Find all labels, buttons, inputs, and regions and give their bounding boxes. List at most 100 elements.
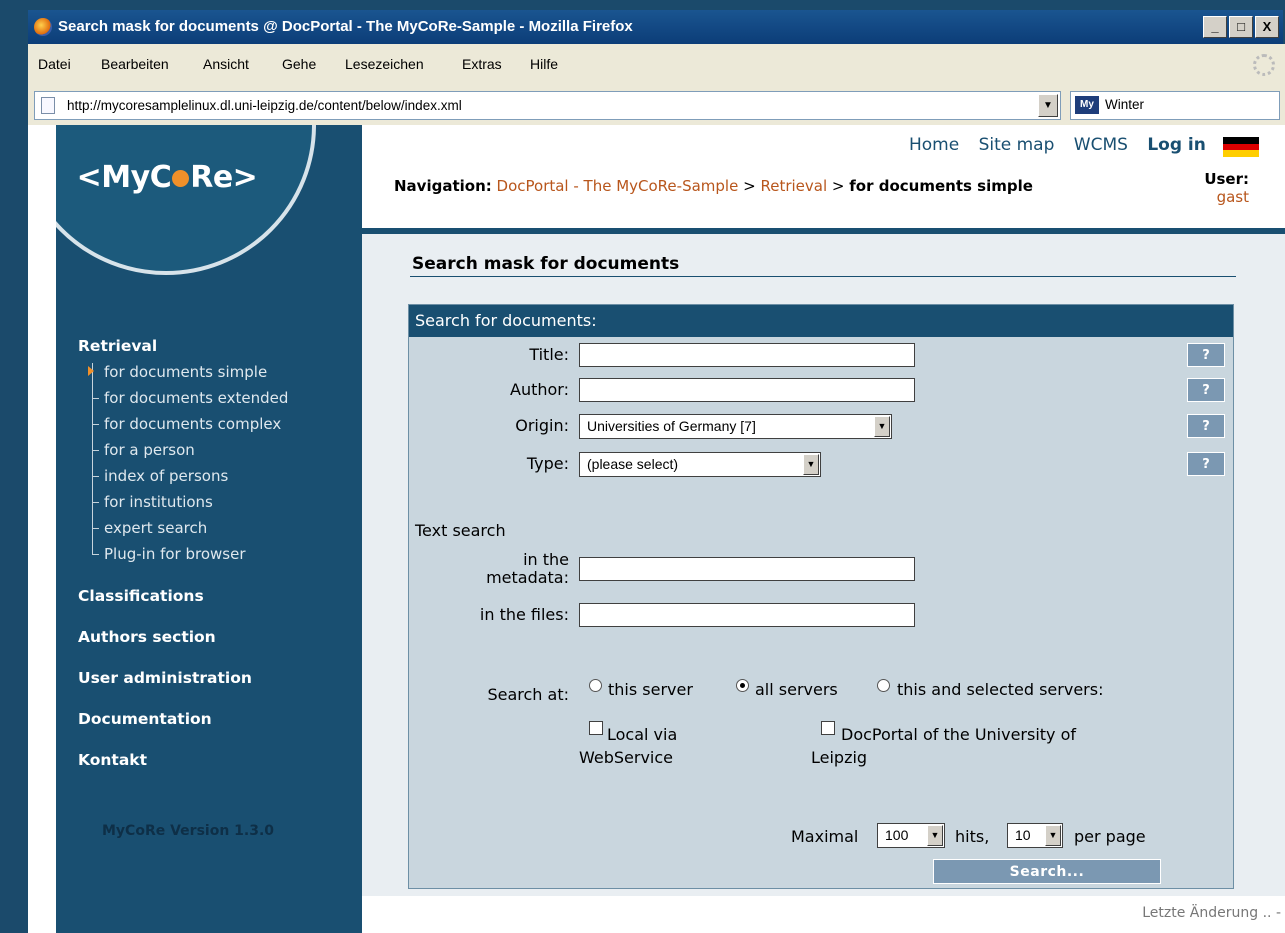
tree-tick: [92, 424, 99, 425]
per-page-select[interactable]: 10 ▼: [1007, 823, 1063, 848]
sidebar-item-plugin-browser[interactable]: Plug-in for browser: [104, 545, 246, 563]
login-link[interactable]: Log in: [1147, 135, 1206, 155]
radio-all-servers-label[interactable]: all servers: [755, 680, 838, 699]
author-input[interactable]: [579, 378, 915, 402]
navigation-toolbar: http://mycoresamplelinux.dl.uni-leipzig.…: [28, 86, 1285, 126]
user-name[interactable]: gast: [1204, 188, 1249, 206]
window-titlebar: Search mask for documents @ DocPortal - …: [28, 10, 1283, 44]
footer: Letzte Änderung .. -: [362, 896, 1285, 933]
breadcrumb-separator: >: [743, 177, 756, 195]
type-select[interactable]: (please select) ▼: [579, 452, 821, 477]
breadcrumb-current: for documents simple: [849, 177, 1033, 195]
web-search-box[interactable]: My Winter: [1070, 91, 1280, 120]
maximal-label: Maximal: [791, 827, 859, 846]
menu-extras[interactable]: Extras: [462, 56, 502, 72]
radio-all-servers[interactable]: [736, 679, 749, 692]
tree-tick: [92, 502, 99, 503]
menu-gehe[interactable]: Gehe: [282, 56, 316, 72]
home-link[interactable]: Home: [909, 135, 959, 155]
firefox-icon: [34, 18, 52, 36]
menu-datei[interactable]: Datei: [38, 56, 71, 72]
sidebar-item-expert-search[interactable]: expert search: [104, 519, 207, 537]
menu-ansicht[interactable]: Ansicht: [203, 56, 249, 72]
type-help-button[interactable]: ?: [1187, 452, 1225, 476]
origin-selected-value: Universities of Germany [7]: [587, 418, 756, 434]
tree-tick: [92, 528, 99, 529]
per-page-label: per page: [1074, 827, 1146, 846]
logo-text-right: Re>: [190, 160, 258, 195]
main-panel: Search mask for documents Search for doc…: [362, 234, 1285, 896]
form-heading: Search for documents:: [409, 305, 1233, 337]
sidebar-item-classifications[interactable]: Classifications: [78, 587, 204, 605]
logo-text-left: <MyC: [76, 160, 172, 195]
search-button[interactable]: Search...: [933, 859, 1161, 884]
tree-tick: [92, 450, 99, 451]
maximal-hits-select[interactable]: 100 ▼: [877, 823, 945, 848]
sidebar-item-documentation[interactable]: Documentation: [78, 710, 212, 728]
metadata-label: in the metadata:: [469, 551, 569, 587]
title-help-button[interactable]: ?: [1187, 343, 1225, 367]
hits-label: hits,: [955, 827, 990, 846]
sidebar-item-documents-simple[interactable]: for documents simple: [104, 363, 267, 381]
minimize-button[interactable]: _: [1203, 16, 1227, 38]
radio-this-server-label[interactable]: this server: [608, 680, 693, 699]
menu-bearbeiten[interactable]: Bearbeiten: [101, 56, 169, 72]
page-icon: [41, 97, 55, 114]
breadcrumb: Navigation: DocPortal - The MyCoRe-Sampl…: [394, 177, 1033, 195]
metadata-input[interactable]: [579, 557, 915, 581]
menu-hilfe[interactable]: Hilfe: [530, 56, 558, 72]
sidebar-item-institutions[interactable]: for institutions: [104, 493, 213, 511]
docportal-leipzig-label[interactable]: DocPortal of the University of Leipzig: [811, 723, 1076, 769]
sidebar-heading-retrieval[interactable]: Retrieval: [78, 337, 157, 355]
files-label: in the files:: [479, 605, 569, 624]
throbber-icon: [1253, 54, 1275, 76]
close-button[interactable]: X: [1255, 16, 1279, 38]
title-divider: [410, 276, 1236, 277]
maximize-button[interactable]: □: [1229, 16, 1253, 38]
sidebar-item-kontakt[interactable]: Kontakt: [78, 751, 147, 769]
docportal-leipzig-line2: Leipzig: [811, 748, 868, 767]
search-engine-icon[interactable]: My: [1075, 96, 1099, 114]
radio-selected-servers-label[interactable]: this and selected servers:: [897, 680, 1103, 699]
docportal-leipzig-line1: DocPortal of the University of: [841, 725, 1077, 744]
breadcrumb-retrieval[interactable]: Retrieval: [760, 177, 827, 195]
window-controls: _ □ X: [1203, 16, 1279, 38]
logo-circle: [56, 125, 316, 275]
radio-selected-servers[interactable]: [877, 679, 890, 692]
sitemap-link[interactable]: Site map: [979, 135, 1055, 155]
origin-select[interactable]: Universities of Germany [7] ▼: [579, 414, 892, 439]
sidebar-item-documents-complex[interactable]: for documents complex: [104, 415, 281, 433]
chevron-down-icon: ▼: [803, 454, 819, 475]
german-flag-icon[interactable]: [1223, 137, 1259, 157]
logo-dot-icon: [172, 170, 190, 187]
type-selected-value: (please select): [587, 456, 679, 472]
author-help-button[interactable]: ?: [1187, 378, 1225, 402]
title-label: Title:: [529, 345, 569, 364]
sidebar-item-person[interactable]: for a person: [104, 441, 195, 459]
radio-this-server[interactable]: [589, 679, 602, 692]
chevron-down-icon: ▼: [927, 825, 943, 846]
address-dropdown-button[interactable]: ▼: [1038, 94, 1058, 117]
title-input[interactable]: [579, 343, 915, 367]
chevron-down-icon: ▼: [874, 416, 890, 437]
header-band: Home Site map WCMS Log in | Navigation: …: [362, 125, 1285, 228]
wcms-link[interactable]: WCMS: [1074, 135, 1128, 155]
sidebar-item-user-administration[interactable]: User administration: [78, 669, 252, 687]
menu-bar: Datei Bearbeiten Ansicht Gehe Lesezeiche…: [28, 44, 1285, 86]
sidebar-item-authors-section[interactable]: Authors section: [78, 628, 216, 646]
menu-lesezeichen[interactable]: Lesezeichen: [345, 56, 424, 72]
breadcrumb-separator: >: [831, 177, 845, 195]
tree-arrow-icon: [88, 366, 94, 376]
tree-tick: [92, 476, 99, 477]
origin-help-button[interactable]: ?: [1187, 414, 1225, 438]
address-bar[interactable]: http://mycoresamplelinux.dl.uni-leipzig.…: [34, 91, 1061, 120]
search-form: Search for documents: Title: ? Author: ?…: [408, 304, 1234, 889]
mycore-logo[interactable]: <MyC Re>: [56, 160, 278, 195]
chevron-down-icon: ▼: [1045, 825, 1061, 846]
breadcrumb-docportal[interactable]: DocPortal - The MyCoRe-Sample: [497, 177, 739, 195]
local-webservice-label[interactable]: Local via WebService: [579, 723, 677, 769]
sidebar-item-documents-extended[interactable]: for documents extended: [104, 389, 288, 407]
files-input[interactable]: [579, 603, 915, 627]
page-title: Search mask for documents: [412, 254, 680, 274]
sidebar-item-index-persons[interactable]: index of persons: [104, 467, 228, 485]
